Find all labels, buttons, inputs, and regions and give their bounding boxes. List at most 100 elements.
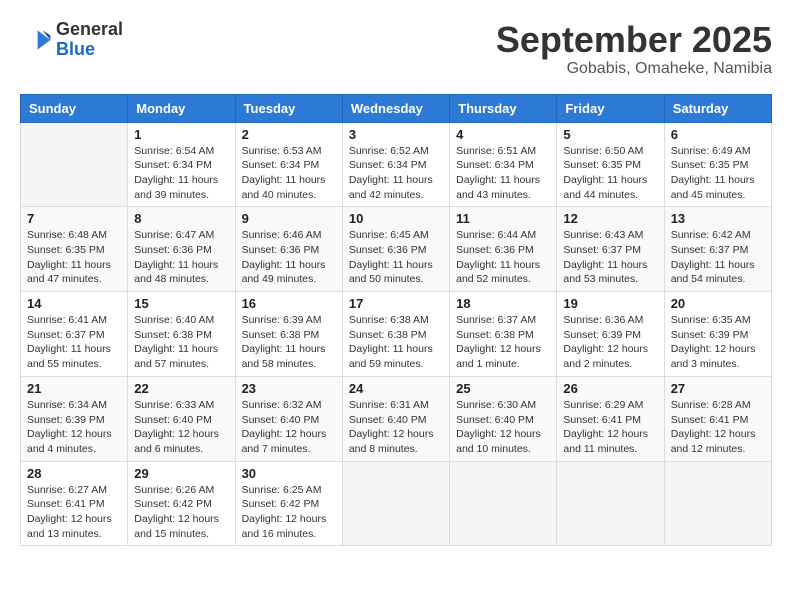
calendar-cell: 1Sunrise: 6:54 AM Sunset: 6:34 PM Daylig… [128, 122, 235, 207]
weekday-header-saturday: Saturday [664, 94, 771, 122]
month-title: September 2025 [496, 20, 772, 60]
calendar-cell: 27 Sunrise: 6:28 AM Sunset: 6:41 PM Dayli… [664, 376, 771, 461]
calendar-cell: 24 Sunrise: 6:31 AM Sunset: 6:40 PM Dayli… [342, 376, 449, 461]
calendar-cell: 8Sunrise: 6:47 AM Sunset: 6:36 PM Daylig… [128, 207, 235, 292]
calendar-cell: 5Sunrise: 6:50 AM Sunset: 6:35 PM Daylig… [557, 122, 664, 207]
calendar-cell: 25Sunrise: 6:30 AM Sunset: 6:40 PM Dayli… [450, 376, 557, 461]
calendar-cell: 30 Sunrise: 6:25 AM Sunset: 6:42 PM Dayli… [235, 461, 342, 546]
calendar-cell: 29 Sunrise: 6:26 AM Sunset: 6:42 PM Dayli… [128, 461, 235, 546]
day-info: Sunrise: 6:25 AM Sunset: 6:42 PM Dayligh… [242, 483, 336, 542]
day-info: Sunrise: 6:28 AM Sunset: 6:41 PM Dayligh… [671, 398, 765, 457]
calendar-cell: 2 Sunrise: 6:53 AM Sunset: 6:34 PM Daylig… [235, 122, 342, 207]
day-number: 23 [242, 381, 336, 396]
day-number: 21 [27, 381, 121, 396]
day-number: 19 [563, 296, 657, 311]
weekday-header-monday: Monday [128, 94, 235, 122]
calendar-cell [450, 461, 557, 546]
calendar-week-row: 28Sunrise: 6:27 AM Sunset: 6:41 PM Dayli… [21, 461, 772, 546]
day-info: Sunrise: 6:44 AM Sunset: 6:36 PM Dayligh… [456, 228, 550, 287]
day-info: Sunrise: 6:29 AM Sunset: 6:41 PM Dayligh… [563, 398, 657, 457]
day-info: Sunrise: 6:32 AM Sunset: 6:40 PM Dayligh… [242, 398, 336, 457]
calendar-cell: 26 Sunrise: 6:29 AM Sunset: 6:41 PM Dayli… [557, 376, 664, 461]
day-number: 8 [134, 211, 228, 226]
day-info: Sunrise: 6:40 AM Sunset: 6:38 PM Dayligh… [134, 313, 228, 372]
day-number: 11 [456, 211, 550, 226]
day-info: Sunrise: 6:26 AM Sunset: 6:42 PM Dayligh… [134, 483, 228, 542]
day-number: 7 [27, 211, 121, 226]
day-number: 22 [134, 381, 228, 396]
day-number: 4 [456, 127, 550, 142]
calendar-cell: 23 Sunrise: 6:32 AM Sunset: 6:40 PM Dayli… [235, 376, 342, 461]
day-info: Sunrise: 6:38 AM Sunset: 6:38 PM Dayligh… [349, 313, 443, 372]
logo-text: General Blue [56, 20, 123, 60]
day-number: 14 [27, 296, 121, 311]
day-info: Sunrise: 6:43 AM Sunset: 6:37 PM Dayligh… [563, 228, 657, 287]
day-info: Sunrise: 6:42 AM Sunset: 6:37 PM Dayligh… [671, 228, 765, 287]
day-number: 13 [671, 211, 765, 226]
day-info: Sunrise: 6:31 AM Sunset: 6:40 PM Dayligh… [349, 398, 443, 457]
calendar-cell [557, 461, 664, 546]
calendar-cell: 6 Sunrise: 6:49 AM Sunset: 6:35 PM Daylig… [664, 122, 771, 207]
calendar-cell: 21 Sunrise: 6:34 AM Sunset: 6:39 PM Dayli… [21, 376, 128, 461]
day-number: 16 [242, 296, 336, 311]
day-info: Sunrise: 6:30 AM Sunset: 6:40 PM Dayligh… [456, 398, 550, 457]
calendar-cell: 13 Sunrise: 6:42 AM Sunset: 6:37 PM Dayli… [664, 207, 771, 292]
day-number: 29 [134, 466, 228, 481]
day-number: 10 [349, 211, 443, 226]
calendar-cell: 7 Sunrise: 6:48 AM Sunset: 6:35 PM Daylig… [21, 207, 128, 292]
title-block: September 2025 Gobabis, Omaheke, Namibia [496, 20, 772, 78]
calendar-cell: 11 Sunrise: 6:44 AM Sunset: 6:36 PM Dayli… [450, 207, 557, 292]
calendar-cell: 28Sunrise: 6:27 AM Sunset: 6:41 PM Dayli… [21, 461, 128, 546]
calendar-cell: 9 Sunrise: 6:46 AM Sunset: 6:36 PM Daylig… [235, 207, 342, 292]
calendar-cell: 14 Sunrise: 6:41 AM Sunset: 6:37 PM Dayli… [21, 292, 128, 377]
day-info: Sunrise: 6:53 AM Sunset: 6:34 PM Dayligh… [242, 144, 336, 203]
day-info: Sunrise: 6:48 AM Sunset: 6:35 PM Dayligh… [27, 228, 121, 287]
logo: General Blue [20, 20, 123, 60]
weekday-header-friday: Friday [557, 94, 664, 122]
day-number: 17 [349, 296, 443, 311]
day-number: 27 [671, 381, 765, 396]
day-info: Sunrise: 6:45 AM Sunset: 6:36 PM Dayligh… [349, 228, 443, 287]
location: Gobabis, Omaheke, Namibia [496, 60, 772, 78]
day-number: 3 [349, 127, 443, 142]
day-number: 9 [242, 211, 336, 226]
day-number: 1 [134, 127, 228, 142]
day-number: 20 [671, 296, 765, 311]
weekday-header-sunday: Sunday [21, 94, 128, 122]
calendar-cell: 10 Sunrise: 6:45 AM Sunset: 6:36 PM Dayli… [342, 207, 449, 292]
calendar-cell: 18Sunrise: 6:37 AM Sunset: 6:38 PM Dayli… [450, 292, 557, 377]
calendar-cell: 16 Sunrise: 6:39 AM Sunset: 6:38 PM Dayli… [235, 292, 342, 377]
calendar-cell: 17 Sunrise: 6:38 AM Sunset: 6:38 PM Dayli… [342, 292, 449, 377]
calendar-cell [664, 461, 771, 546]
calendar-cell: 4 Sunrise: 6:51 AM Sunset: 6:34 PM Daylig… [450, 122, 557, 207]
day-info: Sunrise: 6:51 AM Sunset: 6:34 PM Dayligh… [456, 144, 550, 203]
calendar-week-row: 1Sunrise: 6:54 AM Sunset: 6:34 PM Daylig… [21, 122, 772, 207]
calendar-cell [21, 122, 128, 207]
calendar-cell: 15 Sunrise: 6:40 AM Sunset: 6:38 PM Dayli… [128, 292, 235, 377]
day-number: 24 [349, 381, 443, 396]
day-info: Sunrise: 6:39 AM Sunset: 6:38 PM Dayligh… [242, 313, 336, 372]
calendar-week-row: 14 Sunrise: 6:41 AM Sunset: 6:37 PM Dayli… [21, 292, 772, 377]
weekday-header-wednesday: Wednesday [342, 94, 449, 122]
weekday-header-tuesday: Tuesday [235, 94, 342, 122]
day-info: Sunrise: 6:27 AM Sunset: 6:41 PM Dayligh… [27, 483, 121, 542]
day-number: 18 [456, 296, 550, 311]
day-number: 2 [242, 127, 336, 142]
calendar-cell: 12 Sunrise: 6:43 AM Sunset: 6:37 PM Dayli… [557, 207, 664, 292]
calendar-cell: 3Sunrise: 6:52 AM Sunset: 6:34 PM Daylig… [342, 122, 449, 207]
calendar-cell [342, 461, 449, 546]
calendar-cell: 20Sunrise: 6:35 AM Sunset: 6:39 PM Dayli… [664, 292, 771, 377]
day-info: Sunrise: 6:46 AM Sunset: 6:36 PM Dayligh… [242, 228, 336, 287]
day-number: 15 [134, 296, 228, 311]
day-info: Sunrise: 6:50 AM Sunset: 6:35 PM Dayligh… [563, 144, 657, 203]
day-number: 26 [563, 381, 657, 396]
day-info: Sunrise: 6:49 AM Sunset: 6:35 PM Dayligh… [671, 144, 765, 203]
day-number: 30 [242, 466, 336, 481]
day-number: 6 [671, 127, 765, 142]
weekday-header-thursday: Thursday [450, 94, 557, 122]
day-info: Sunrise: 6:34 AM Sunset: 6:39 PM Dayligh… [27, 398, 121, 457]
calendar-cell: 22Sunrise: 6:33 AM Sunset: 6:40 PM Dayli… [128, 376, 235, 461]
day-number: 12 [563, 211, 657, 226]
calendar-week-row: 21 Sunrise: 6:34 AM Sunset: 6:39 PM Dayli… [21, 376, 772, 461]
day-info: Sunrise: 6:41 AM Sunset: 6:37 PM Dayligh… [27, 313, 121, 372]
